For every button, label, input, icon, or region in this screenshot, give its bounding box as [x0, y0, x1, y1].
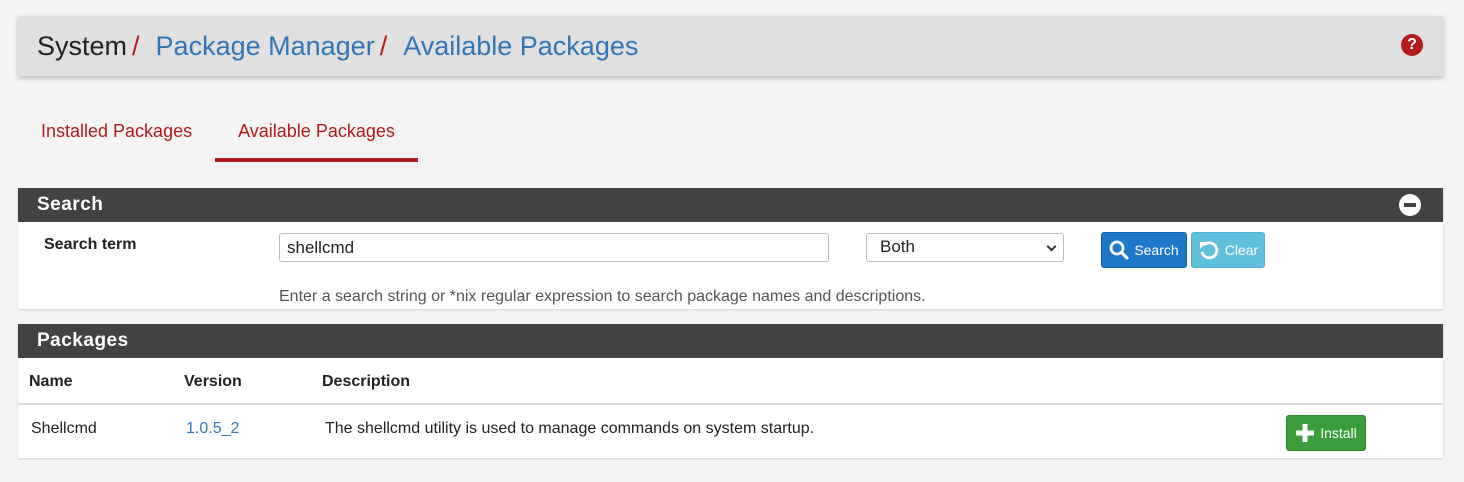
packages-panel: Packages Name Version Description Shellc… — [18, 324, 1443, 458]
search-term-label: Search term — [44, 236, 137, 253]
search-button[interactable]: Search — [1101, 232, 1187, 268]
install-button-label: Install — [1320, 425, 1357, 441]
package-name: Shellcmd — [31, 420, 97, 437]
undo-icon — [1199, 241, 1218, 260]
search-input[interactable] — [279, 233, 829, 262]
chevron-down-icon — [1046, 241, 1057, 252]
breadcrumb-package-manager[interactable]: Package Manager — [156, 31, 375, 62]
search-icon — [1109, 240, 1129, 260]
column-header-name: Name — [29, 373, 73, 390]
question-circle-icon[interactable]: ? — [1401, 34, 1423, 56]
tab-installed-packages[interactable]: Installed Packages — [18, 104, 215, 162]
column-header-version: Version — [184, 373, 242, 390]
breadcrumb: System / Package Manager / Available Pac… — [18, 16, 1443, 76]
table-header: Name Version Description — [18, 358, 1443, 405]
packages-table: Name Version Description Shellcmd 1.0.5_… — [18, 358, 1443, 458]
plus-icon — [1296, 424, 1315, 442]
breadcrumb-root: System — [37, 30, 128, 61]
search-scope-select[interactable]: Both — [866, 233, 1064, 262]
table-row: Shellcmd 1.0.5_2 The shellcmd utility is… — [18, 405, 1443, 458]
clear-button[interactable]: Clear — [1191, 232, 1265, 268]
package-tabs: Installed Packages Available Packages — [18, 104, 418, 162]
breadcrumb-separator: / — [132, 30, 140, 61]
search-scope-value: Both — [880, 237, 915, 256]
package-description: The shellcmd utility is used to manage c… — [325, 420, 815, 437]
minus-circle-icon[interactable] — [1399, 194, 1421, 216]
packages-heading-title: Packages — [37, 330, 129, 351]
breadcrumb-available-packages[interactable]: Available Packages — [403, 31, 638, 62]
search-help-text: Enter a search string or *nix regular ex… — [279, 288, 926, 305]
search-panel: Search Search term Both Search Clear Ent… — [18, 188, 1443, 309]
package-version-link[interactable]: 1.0.5_2 — [186, 420, 239, 438]
search-button-label: Search — [1134, 242, 1179, 258]
tab-available-packages[interactable]: Available Packages — [215, 104, 418, 162]
search-heading-title: Search — [37, 194, 104, 215]
search-panel-heading: Search — [18, 188, 1443, 222]
install-button[interactable]: Install — [1286, 415, 1366, 451]
breadcrumb-separator: / — [379, 30, 388, 61]
packages-panel-heading: Packages — [18, 324, 1443, 358]
clear-button-label: Clear — [1224, 242, 1259, 258]
column-header-description: Description — [322, 373, 411, 390]
